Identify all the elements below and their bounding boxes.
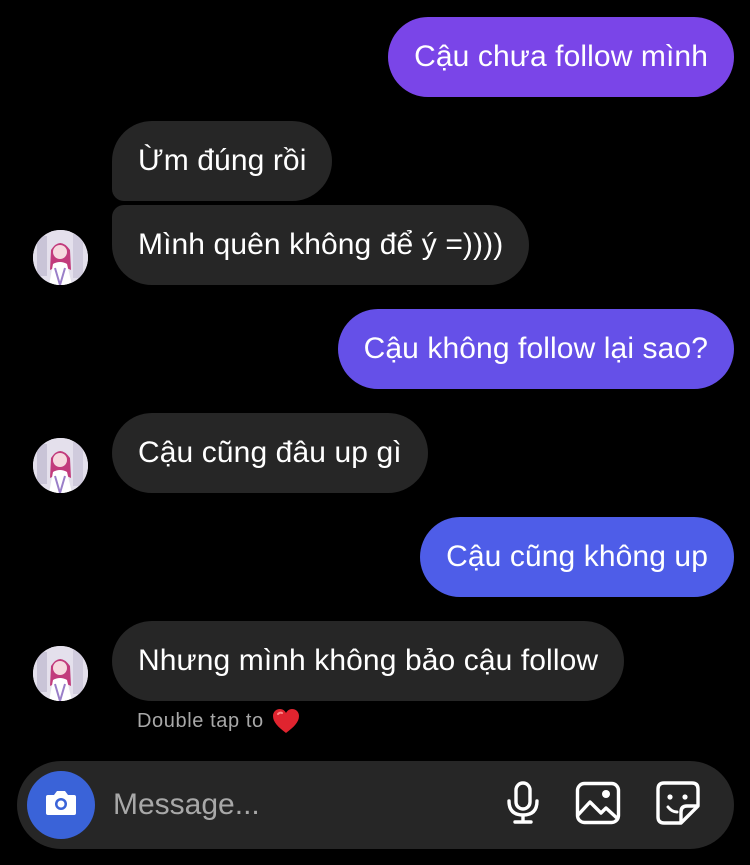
sticker-icon: [655, 780, 701, 831]
message-bubble-outgoing[interactable]: Cậu cũng không up: [420, 517, 734, 597]
contact-avatar[interactable]: [33, 646, 88, 701]
message-bubble-outgoing[interactable]: Cậu chưa follow mình: [388, 17, 734, 97]
message-bubble-incoming[interactable]: Cậu cũng đâu up gì: [112, 413, 428, 493]
chat-screen: Cậu chưa follow mình Ừm đúng rồi Mình qu…: [0, 0, 750, 865]
message-composer: [17, 761, 734, 849]
microphone-button[interactable]: [499, 780, 547, 830]
heart-icon[interactable]: [272, 708, 300, 734]
message-bubble-incoming[interactable]: Ừm đúng rồi: [112, 121, 333, 201]
gallery-button[interactable]: [574, 781, 622, 829]
camera-button[interactable]: [27, 771, 95, 839]
message-input[interactable]: [113, 783, 483, 827]
reaction-hint: Double tap to: [137, 708, 300, 734]
contact-avatar[interactable]: [33, 438, 88, 493]
microphone-icon: [505, 780, 541, 830]
camera-icon: [44, 788, 78, 823]
message-bubble-incoming[interactable]: Mình quên không để ý =)))): [112, 205, 530, 285]
message-bubble-outgoing[interactable]: Cậu không follow lại sao?: [337, 309, 734, 389]
image-icon: [575, 781, 621, 830]
message-bubble-incoming[interactable]: Nhưng mình không bảo cậu follow: [112, 621, 625, 701]
sticker-button[interactable]: [654, 780, 702, 831]
contact-avatar[interactable]: [33, 230, 88, 285]
reaction-hint-label: Double tap to: [137, 709, 264, 732]
